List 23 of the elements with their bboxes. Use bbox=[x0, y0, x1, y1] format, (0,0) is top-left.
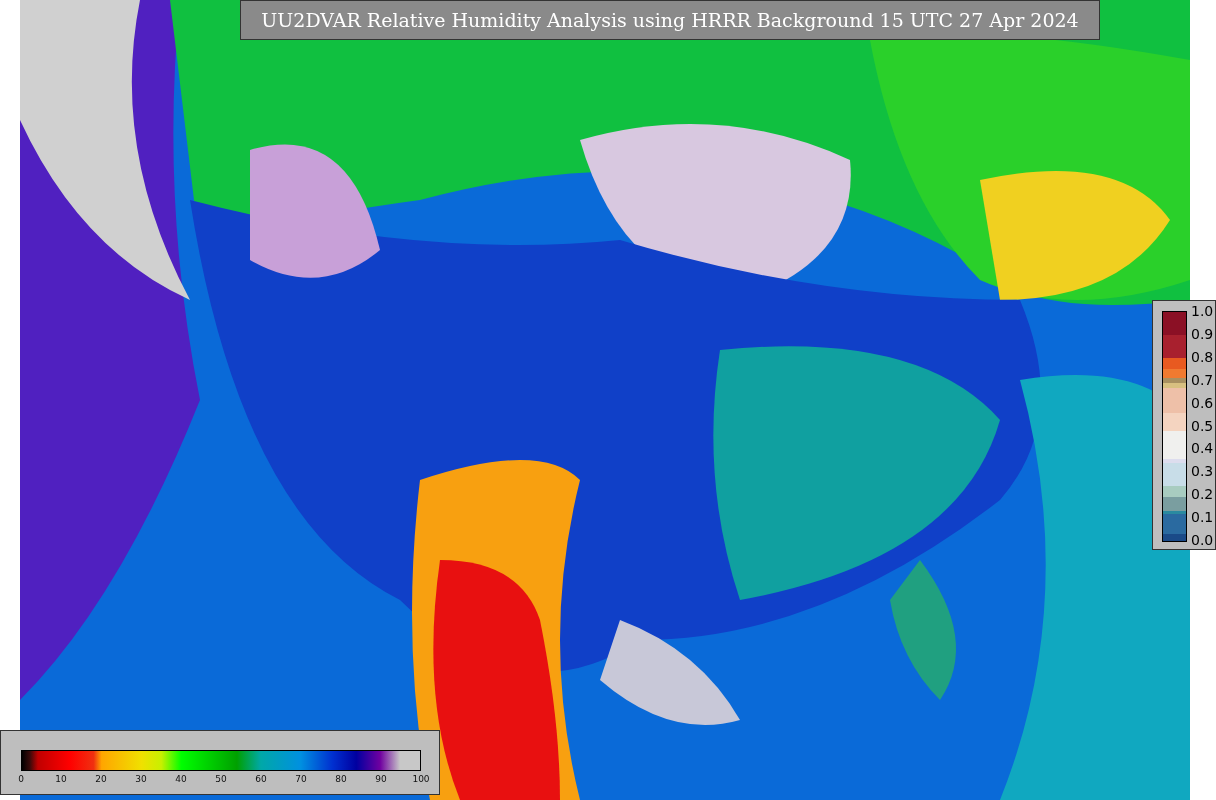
tick-label: 0.4 bbox=[1191, 440, 1214, 457]
map-title: UU2DVAR Relative Humidity Analysis using HRRR Background 15 UTC 27 Apr 2024 bbox=[240, 0, 1100, 40]
tick-label: 0.5 bbox=[1191, 417, 1214, 434]
tick-label: 1.0 bbox=[1191, 303, 1214, 319]
tick-label: 0.8 bbox=[1191, 348, 1214, 365]
tick-label: 50 bbox=[215, 774, 227, 784]
tick-label: 90 bbox=[375, 774, 387, 784]
tick-label: 40 bbox=[175, 774, 187, 784]
tick-label: 0.7 bbox=[1191, 371, 1214, 388]
tick-label: 30 bbox=[135, 774, 147, 784]
tick-label: 10 bbox=[55, 774, 67, 784]
tick-label: 0 bbox=[18, 774, 24, 784]
tick-label: 80 bbox=[335, 774, 347, 784]
tick-label: 70 bbox=[295, 774, 307, 784]
tick-label: 0.0 bbox=[1191, 532, 1214, 548]
tick-label: 0.6 bbox=[1191, 394, 1214, 411]
tick-label: 100 bbox=[412, 774, 430, 784]
tick-label: 0.3 bbox=[1191, 463, 1214, 480]
tick-label: 60 bbox=[255, 774, 267, 784]
tick-label: 0.1 bbox=[1191, 509, 1214, 526]
tick-label: 0.9 bbox=[1191, 325, 1214, 342]
tick-label: 20 bbox=[95, 774, 107, 784]
tick-label: 0.2 bbox=[1191, 486, 1214, 503]
